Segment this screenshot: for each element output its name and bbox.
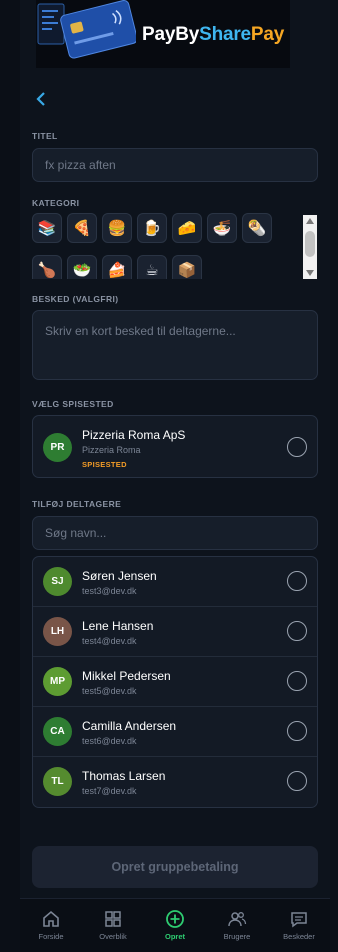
category-option[interactable]: ☕ — [137, 255, 167, 279]
participant-row[interactable]: MP Mikkel Pedersen test5@dev.dk — [33, 657, 317, 707]
participant-name: Lene Hansen — [82, 619, 154, 633]
participant-email: test4@dev.dk — [82, 636, 137, 646]
title-label: TITEL — [32, 131, 58, 141]
tab-label: Forside — [38, 932, 64, 941]
participant-row[interactable]: SJ Søren Jensen test3@dev.dk — [33, 557, 317, 607]
category-icon: 🧀 — [177, 220, 197, 237]
category-option[interactable]: 🍜 — [207, 213, 237, 243]
category-option[interactable]: 🍕 — [67, 213, 97, 243]
brand-part-2: Share — [199, 24, 251, 45]
category-option[interactable]: 🥗 — [67, 255, 97, 279]
message-textarea[interactable]: Skriv en kort besked til deltagerne... — [32, 310, 318, 380]
participant-radio[interactable] — [287, 721, 307, 741]
create-group-payment-button[interactable]: Opret gruppebetaling — [32, 846, 318, 888]
tab-label: Opret — [164, 932, 185, 941]
category-grid: 📚 🍕 🍔 🍺 🧀 🍜 🌯 🍗 🥗 🍰 ☕ 📦 — [32, 213, 294, 279]
category-icon: 🥗 — [72, 262, 92, 279]
category-scrollbar[interactable] — [303, 215, 317, 279]
participant-row[interactable]: TL Thomas Larsen test7@dev.dk — [33, 757, 317, 807]
scroll-up-icon[interactable] — [306, 218, 314, 224]
message-label: BESKED (VALGFRI) — [32, 294, 119, 304]
venue-card[interactable]: PR Pizzeria Roma ApS Pizzeria Roma SPISE… — [32, 415, 318, 478]
category-option[interactable]: 🍺 — [137, 213, 167, 243]
category-icon: 🍰 — [107, 262, 127, 279]
tab-brugere[interactable]: Brugere — [206, 899, 268, 952]
participant-radio[interactable] — [287, 671, 307, 691]
tab-label: Beskeder — [283, 932, 315, 941]
plus-circle-icon — [166, 910, 184, 928]
participant-avatar: TL — [43, 767, 72, 796]
venue-subtitle: Pizzeria Roma — [82, 445, 141, 455]
venue-radio[interactable] — [287, 437, 307, 457]
tab-opret[interactable]: Opret — [144, 899, 206, 952]
venue-avatar: PR — [43, 433, 72, 462]
participant-email: test7@dev.dk — [82, 786, 137, 796]
tab-label: Brugere — [223, 932, 251, 941]
participant-email: test6@dev.dk — [82, 736, 137, 746]
brand-part-1: PayBy — [142, 24, 200, 45]
participant-radio[interactable] — [287, 621, 307, 641]
participant-avatar: CA — [43, 717, 72, 746]
title-placeholder: fx pizza aften — [45, 158, 116, 172]
scroll-down-icon[interactable] — [306, 270, 314, 276]
category-icon: 🍗 — [37, 262, 57, 279]
category-option[interactable]: 🍗 — [32, 255, 62, 279]
participant-row[interactable]: LH Lene Hansen test4@dev.dk — [33, 607, 317, 657]
chevron-left-icon — [36, 92, 45, 106]
participants-label: TILFØJ DELTAGERE — [32, 499, 122, 509]
tab-beskeder[interactable]: Beskeder — [268, 899, 330, 952]
home-icon — [43, 910, 59, 927]
users-icon — [228, 912, 247, 927]
category-icon: 🍺 — [142, 220, 162, 237]
participant-row[interactable]: CA Camilla Andersen test6@dev.dk — [33, 707, 317, 757]
category-option[interactable]: 📦 — [172, 255, 202, 279]
category-icon: 📦 — [177, 262, 197, 279]
tab-overblik[interactable]: Overblik — [82, 899, 144, 952]
title-input[interactable]: fx pizza aften — [32, 148, 318, 182]
category-option[interactable]: 📚 — [32, 213, 62, 243]
venue-label: VÆLG SPISESTED — [32, 399, 114, 409]
participant-name: Thomas Larsen — [82, 769, 166, 783]
category-icon: 🍕 — [72, 220, 92, 237]
brand-part-3: Pay — [250, 24, 285, 45]
category-label: KATEGORI — [32, 198, 80, 208]
category-icon: 🍜 — [212, 220, 232, 237]
venue-name: Pizzeria Roma ApS — [82, 428, 186, 442]
scroll-thumb[interactable] — [305, 231, 315, 257]
category-option[interactable]: 🍰 — [102, 255, 132, 279]
participant-name: Camilla Andersen — [82, 719, 177, 733]
card-illustration — [37, 0, 136, 59]
grid-icon — [105, 911, 121, 927]
brand-logo-text: PayBySharePay — [142, 24, 284, 46]
participant-name: Mikkel Pedersen — [82, 669, 171, 683]
participant-radio[interactable] — [287, 571, 307, 591]
brand-banner: PayBySharePay — [36, 0, 290, 68]
participants-list: SJ Søren Jensen test3@dev.dk LH Lene Hansen t… — [32, 556, 318, 808]
participant-name: Søren Jensen — [82, 569, 157, 583]
participant-avatar: MP — [43, 667, 72, 696]
search-placeholder: Søg navn... — [45, 526, 107, 540]
category-option[interactable]: 🌯 — [242, 213, 272, 243]
participant-email: test5@dev.dk — [82, 686, 137, 696]
chat-icon — [291, 912, 307, 928]
participant-email: test3@dev.dk — [82, 586, 137, 596]
bottom-tab-bar: Forside Overblik Opret Brugere Beskeder — [20, 898, 330, 952]
participant-radio[interactable] — [287, 771, 307, 791]
tab-label: Overblik — [99, 932, 127, 941]
participant-avatar: SJ — [43, 567, 72, 596]
category-option[interactable]: 🧀 — [172, 213, 202, 243]
category-icon: 🍔 — [107, 220, 127, 237]
category-option[interactable]: 🍔 — [102, 213, 132, 243]
participant-avatar: LH — [43, 617, 72, 646]
message-placeholder: Skriv en kort besked til deltagerne... — [45, 324, 236, 338]
participant-search-input[interactable]: Søg navn... — [32, 516, 318, 550]
category-icon: 📚 — [37, 220, 57, 237]
venue-tag: SPISESTED — [82, 460, 127, 469]
category-icon: 🌯 — [247, 220, 267, 237]
back-button[interactable] — [36, 90, 50, 110]
tab-forside[interactable]: Forside — [20, 899, 82, 952]
category-icon: ☕ — [145, 262, 159, 279]
